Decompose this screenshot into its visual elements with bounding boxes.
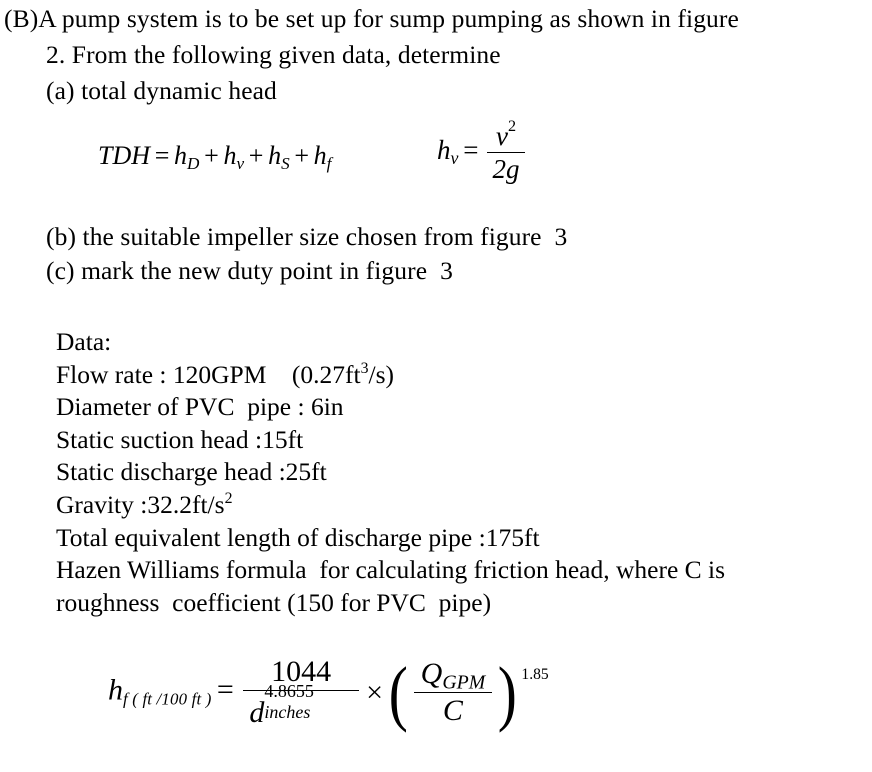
data-note-line-2: roughness coefficient (150 for PVC pipe) bbox=[56, 587, 492, 617]
equation-tdh-equals: = bbox=[154, 141, 170, 170]
equation-hazen-denominator-scripts: 4.8655 inches bbox=[264, 681, 353, 723]
equation-hazen-inner-group: QGPM C bbox=[410, 657, 495, 728]
equation-hazen-inner-fraction: QGPM C bbox=[414, 657, 492, 728]
equation-tdh-term-0-sub: D bbox=[187, 153, 200, 173]
data-item-equivalent-length-value: 175ft bbox=[485, 522, 540, 552]
equation-hazen-lhs-sub: f ( ft /100 ft ) bbox=[123, 689, 212, 709]
data-item-flow-rate-value: 120GPM bbox=[172, 359, 267, 389]
data-item-pipe-diameter-value: 6in bbox=[310, 392, 344, 422]
equation-tdh-plus-3: + bbox=[294, 141, 309, 170]
data-item-static-discharge-head: Static discharge head :25ft bbox=[56, 456, 725, 489]
data-item-flow-rate-alt-prefix: (0.27ft bbox=[291, 359, 361, 389]
equation-hazen-inner-denominator: C bbox=[442, 694, 463, 727]
data-item-gravity-label: Gravity : bbox=[56, 489, 148, 519]
data-note-line-1: Hazen Williams formula for calculating f… bbox=[56, 555, 726, 585]
equation-hazen-williams: hf ( ft /100 ft ) = 1044 d 4.8655 inches ×(… bbox=[108, 655, 549, 730]
equation-hv-equals: = bbox=[463, 135, 479, 166]
equation-hazen-equals: = bbox=[216, 673, 234, 707]
equation-tdh-term-1-sub: v bbox=[236, 153, 245, 173]
equation-hazen-paren-open: ( bbox=[388, 652, 408, 734]
data-item-static-suction-head-label: Static suction head : bbox=[56, 424, 263, 454]
data-item-flow-rate-alt-exponent: 3 bbox=[360, 359, 369, 377]
data-item-equivalent-length-label: Total equivalent length of discharge pip… bbox=[56, 522, 486, 552]
equation-tdh-plus-1: + bbox=[204, 141, 219, 170]
equation-hv-lhs-base: h bbox=[437, 135, 451, 166]
problem-part-b: (b) the suitable impeller size chosen fr… bbox=[46, 222, 568, 251]
equation-hazen-main-fraction: 1044 d 4.8655 inches bbox=[242, 655, 360, 730]
equation-hazen-denominator-stack: d 4.8655 inches bbox=[249, 681, 353, 730]
equation-hazen-denominator-exponent: 4.8655 bbox=[264, 680, 314, 701]
equation-hv-numerator-base: v bbox=[495, 121, 508, 151]
equation-hazen-denominator: d 4.8655 inches bbox=[243, 681, 360, 730]
data-item-static-discharge-head-label: Static discharge head : bbox=[56, 457, 286, 487]
equation-hazen-inner-numerator-base: Q bbox=[420, 657, 443, 690]
equation-tdh-term-3-sub: f bbox=[326, 153, 332, 173]
problem-statement-line-1: (B)A pump system is to be set up for sum… bbox=[4, 4, 739, 33]
equation-velocity-head: h v = v2 2g bbox=[437, 118, 529, 185]
data-item-flow-rate-label: Flow rate : bbox=[56, 359, 167, 389]
problem-statement-line-2: 2. From the following given data, determ… bbox=[46, 40, 501, 69]
data-item-static-suction-head-value: 15ft bbox=[262, 424, 304, 454]
equation-hazen-denominator-subscript: inches bbox=[264, 702, 311, 723]
equation-tdh-term-3-base: h bbox=[313, 141, 327, 170]
equation-hazen-times-operator: × bbox=[366, 675, 383, 709]
equation-hv-denominator: 2g bbox=[492, 154, 520, 184]
equation-hazen-outer-exponent: 1.85 bbox=[521, 666, 549, 684]
data-item-gravity-value: 32.2ft/s bbox=[147, 489, 225, 519]
equation-hv-fraction: v2 2g bbox=[486, 118, 526, 185]
equation-hazen-paren-close: ) bbox=[498, 652, 518, 734]
equation-tdh-plus-2: + bbox=[248, 141, 264, 170]
data-item-flow-rate-alt-suffix: /s) bbox=[368, 359, 395, 389]
equation-tdh-term-0-base: h bbox=[174, 141, 188, 170]
data-heading: Data: bbox=[56, 327, 112, 356]
problem-page: (B)A pump system is to be set up for sum… bbox=[0, 0, 872, 772]
data-item-static-discharge-head-value: 25ft bbox=[285, 457, 327, 487]
equation-hazen-inner-numerator-sub: GPM bbox=[442, 671, 486, 694]
data-item-pipe-diameter: Diameter of PVC pipe : 6in bbox=[56, 391, 725, 424]
equation-hazen-inner-numerator: QGPM bbox=[414, 657, 492, 693]
equation-hazen-denominator-base: d bbox=[249, 696, 265, 729]
data-item-equivalent-length: Total equivalent length of discharge pip… bbox=[56, 522, 725, 555]
data-item-pipe-diameter-label: Diameter of PVC pipe : bbox=[56, 392, 305, 422]
equation-tdh-term-2-sub: S bbox=[281, 153, 290, 173]
equation-hv-numerator-exponent: 2 bbox=[507, 117, 517, 136]
equation-tdh-lhs: TDH bbox=[98, 141, 151, 170]
problem-part-c: (c) mark the new duty point in figure 3 bbox=[46, 256, 453, 285]
data-item-gravity: Gravity :32.2ft/s2 bbox=[56, 489, 725, 522]
data-item-flow-rate: Flow rate : 120GPM (0.27ft3/s) bbox=[56, 359, 725, 392]
equation-hazen-lhs-base: h bbox=[108, 673, 123, 707]
equation-tdh-term-2-base: h bbox=[268, 141, 282, 170]
data-item-static-suction-head: Static suction head :15ft bbox=[56, 424, 725, 457]
data-item-gravity-exponent: 2 bbox=[224, 490, 233, 508]
equation-total-dynamic-head: TDH = hD + hv + hS + hf bbox=[98, 141, 332, 173]
problem-part-a: (a) total dynamic head bbox=[46, 76, 277, 105]
equation-hv-numerator: v2 bbox=[486, 118, 526, 153]
given-data-block: Data: Flow rate : 120GPM (0.27ft3/s) Dia… bbox=[56, 326, 725, 619]
equation-tdh-term-1-base: h bbox=[223, 141, 237, 170]
